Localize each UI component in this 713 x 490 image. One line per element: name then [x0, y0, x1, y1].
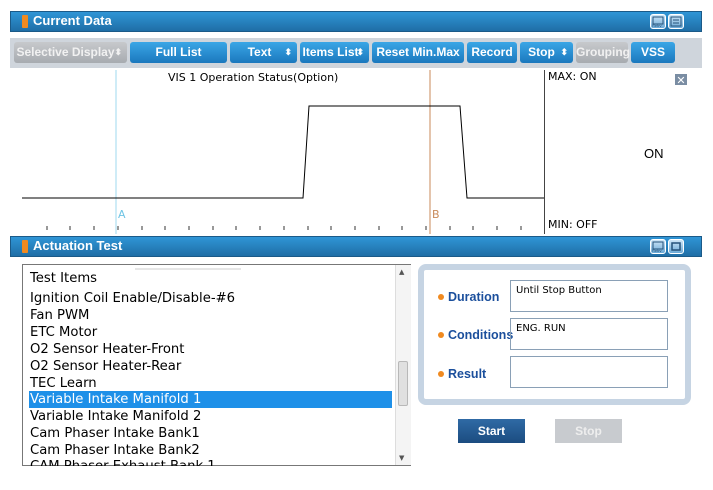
vss-label: VSS	[640, 45, 665, 59]
current-data-title: Current Data	[33, 13, 112, 28]
reset-min-max-button[interactable]: Reset Min.Max	[372, 42, 464, 63]
test-items-list[interactable]: Test Items Ignition Coil Enable/Disable-…	[22, 264, 411, 466]
dropdown-arrow-icon: ⬍	[114, 47, 122, 57]
list-item[interactable]: ETC Motor	[30, 324, 392, 341]
window-icon[interactable]	[668, 239, 684, 254]
full-list-label: Full List	[155, 45, 202, 59]
list-item[interactable]: Variable Intake Manifold 2	[30, 408, 392, 425]
text-dropdown[interactable]: Text ⬍	[230, 42, 297, 63]
dropdown-arrow-icon: ⬍	[356, 47, 364, 57]
current-value: ON	[644, 146, 664, 161]
orange-bullet-icon	[438, 332, 444, 338]
items-list-label: Items List	[302, 45, 359, 59]
list-item[interactable]: Cam Phaser Intake Bank2	[30, 442, 392, 459]
max-label: MAX: ON	[548, 70, 597, 83]
grouping-button[interactable]: Grouping	[576, 42, 630, 63]
full-list-button[interactable]: Full List	[130, 42, 227, 63]
dropdown-arrow-icon: ⬍	[560, 47, 568, 57]
list-header: Test Items	[30, 271, 98, 286]
cursor-b-label: B	[432, 208, 440, 221]
conditions-field: ENG. RUN	[510, 318, 668, 350]
start-button[interactable]: Start	[458, 419, 525, 443]
grouping-label: Grouping	[576, 45, 630, 59]
list-item[interactable]: CAM Phaser Exhaust Bank 1	[30, 458, 392, 466]
stop-dropdown[interactable]: Stop ⬍	[520, 42, 573, 63]
status-graph[interactable]: VIS 1 Operation Status(Option) A B	[22, 70, 544, 234]
retry-icon[interactable]: Retry	[650, 14, 666, 29]
selective-display-label: Selective Display	[16, 45, 115, 59]
graph-title: VIS 1 Operation Status(Option)	[168, 71, 339, 84]
scroll-up-icon[interactable]: ▲	[399, 268, 404, 276]
signal-line	[22, 105, 544, 199]
stop-label: Stop	[528, 45, 555, 59]
text-label: Text	[247, 45, 272, 59]
vss-button[interactable]: VSS	[631, 42, 675, 63]
cursor-a-label: A	[118, 208, 126, 221]
orange-bullet-icon	[438, 294, 444, 300]
list-view-icon[interactable]	[668, 14, 684, 29]
section-marker-icon	[22, 240, 28, 253]
svg-text:Retry: Retry	[652, 248, 662, 252]
min-label: MIN: OFF	[548, 218, 598, 231]
graph-value-panel: MAX: ON ✕ ON MIN: OFF	[544, 70, 702, 234]
current-data-titlebar: Current Data Retry	[10, 11, 702, 32]
current-data-toolbar: Selective Display ⬍ Full List Text ⬍ Items…	[10, 38, 702, 68]
list-item[interactable]: Ignition Coil Enable/Disable-#6	[30, 290, 392, 307]
list-item[interactable]: TEC Learn	[30, 375, 392, 392]
actuation-test-title: Actuation Test	[33, 238, 123, 253]
result-label: Result	[448, 367, 487, 381]
conditions-label: Conditions	[448, 328, 514, 342]
record-label: Record	[471, 45, 513, 59]
list-item-selected[interactable]: Variable Intake Manifold 1	[29, 391, 392, 408]
scrollbar-thumb[interactable]	[398, 361, 408, 406]
list-item[interactable]: O2 Sensor Heater-Rear	[30, 358, 392, 375]
items-list-dropdown[interactable]: Items List ⬍	[300, 42, 369, 63]
actuation-test-titlebar: Actuation Test Retry	[10, 236, 702, 257]
reset-min-max-label: Reset Min.Max	[376, 45, 460, 59]
duration-label: Duration	[448, 290, 500, 304]
header-divider	[135, 268, 241, 270]
record-button[interactable]: Record	[467, 42, 517, 63]
section-marker-icon	[22, 15, 28, 28]
retry-icon[interactable]: Retry	[650, 239, 666, 254]
conditions-label-row: Conditions	[438, 328, 513, 342]
stop-button[interactable]: Stop	[555, 419, 622, 443]
list-item[interactable]: Cam Phaser Intake Bank1	[30, 425, 392, 442]
list-item[interactable]: Fan PWM	[30, 307, 392, 324]
graph-canvas	[22, 70, 544, 234]
dropdown-arrow-icon: ⬍	[284, 47, 292, 57]
result-label-row: Result	[438, 367, 486, 381]
selective-display-dropdown[interactable]: Selective Display ⬍	[14, 42, 127, 63]
duration-field: Until Stop Button	[510, 280, 668, 312]
scrollbar[interactable]: ▲ ▼	[395, 265, 411, 465]
result-field	[510, 356, 668, 388]
duration-label-row: Duration	[438, 290, 499, 304]
close-icon[interactable]: ✕	[674, 73, 688, 87]
list-item[interactable]: O2 Sensor Heater-Front	[30, 341, 392, 358]
orange-bullet-icon	[438, 371, 444, 377]
time-ticks	[46, 226, 522, 230]
test-info-panel: Duration Until Stop Button Conditions EN…	[418, 264, 691, 405]
svg-text:Retry: Retry	[652, 23, 662, 27]
scroll-down-icon[interactable]: ▼	[399, 454, 404, 462]
